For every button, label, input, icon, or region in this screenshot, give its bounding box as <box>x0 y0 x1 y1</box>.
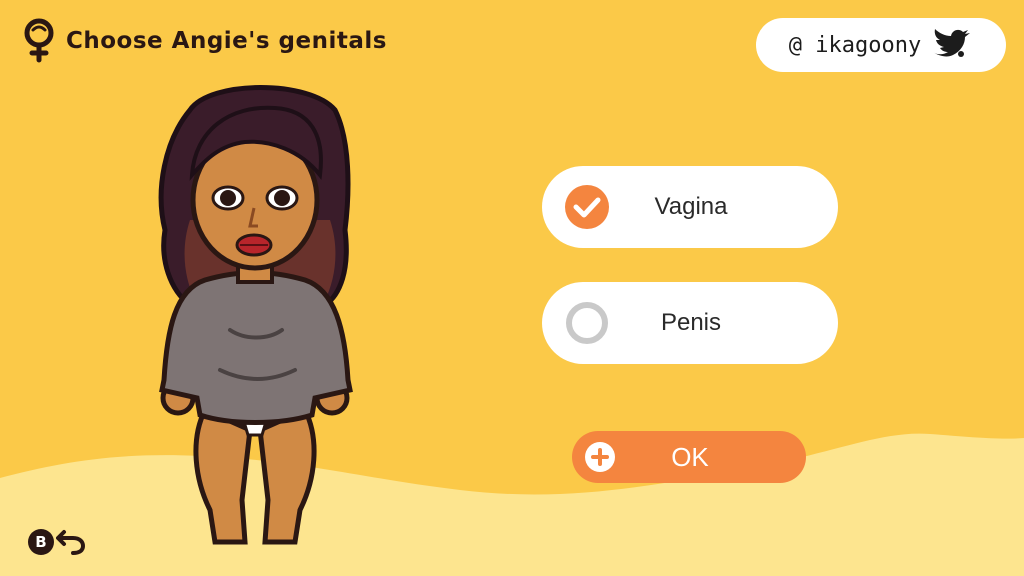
ok-button-label: OK <box>671 441 709 472</box>
option-vagina-label: Vagina <box>654 193 728 220</box>
twitter-bird-icon <box>933 29 971 57</box>
option-penis-label: Penis <box>660 309 722 336</box>
option-vagina[interactable]: Vagina <box>542 166 838 248</box>
back-arrow-icon <box>56 530 86 555</box>
gender-icon <box>24 18 54 63</box>
ok-button[interactable]: OK <box>572 431 806 483</box>
b-button-icon: B <box>28 529 54 555</box>
screen-header: Choose Angie's genitals <box>22 18 387 64</box>
social-handle: @ ikagoony <box>788 32 922 58</box>
social-handle-button[interactable]: @ ikagoony <box>756 18 1006 72</box>
back-button[interactable]: B <box>28 528 86 556</box>
option-penis[interactable]: Penis <box>542 282 838 364</box>
character-angie <box>158 85 353 545</box>
page-title: Choose Angie's genitals <box>66 28 387 54</box>
